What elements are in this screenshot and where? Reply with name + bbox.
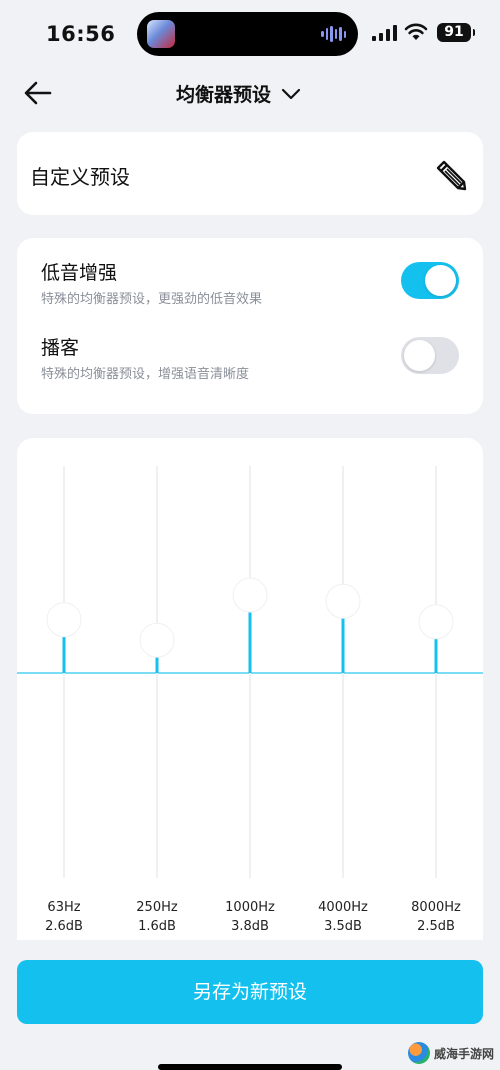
pencil-icon <box>436 160 467 191</box>
eq-band-label: 63Hz 2.6dB <box>24 898 104 936</box>
audio-waveform-icon <box>321 25 346 43</box>
preset-name-card: 自定义预设 <box>17 132 483 215</box>
eq-band-gain: 2.5dB <box>417 919 455 934</box>
eq-slider-knob-4000Hz[interactable] <box>325 583 361 619</box>
podcast-switch[interactable] <box>401 337 459 374</box>
watermark-logo-icon <box>407 1042 430 1064</box>
eq-slider-knob-1000Hz[interactable] <box>232 577 268 613</box>
dynamic-island[interactable] <box>137 12 358 56</box>
eq-band-frequency: 4000Hz <box>318 900 368 915</box>
battery-indicator: 91 <box>437 23 475 42</box>
arrow-left-icon <box>24 81 52 105</box>
bass-boost-row: 低音增强 特殊的均衡器预设，更强劲的低音效果 <box>17 258 483 318</box>
edit-preset-button[interactable] <box>433 157 467 191</box>
eq-band-frequency: 250Hz <box>136 900 178 915</box>
eq-band-gain: 2.6dB <box>45 919 83 934</box>
home-indicator[interactable] <box>158 1064 342 1070</box>
eq-band-frequency: 1000Hz <box>225 900 275 915</box>
save-as-new-preset-button[interactable]: 另存为新预设 <box>17 960 483 1024</box>
eq-band-gain: 3.8dB <box>231 919 269 934</box>
status-time: 16:56 <box>46 22 116 46</box>
preset-selector[interactable]: 均衡器预设 <box>176 80 301 107</box>
eq-band-label: 1000Hz 3.8dB <box>210 898 290 936</box>
eq-band-frequency: 63Hz <box>47 900 81 915</box>
switch-knob <box>425 265 456 296</box>
eq-band-label: 4000Hz 3.5dB <box>303 898 383 936</box>
eq-band-gain: 1.6dB <box>138 919 176 934</box>
chevron-down-icon <box>281 88 301 99</box>
back-button[interactable] <box>22 79 54 107</box>
equalizer-band-labels: 63Hz 2.6dB 250Hz 1.6dB 1000Hz 3.8dB 4000Hz 3.5d… <box>17 898 483 938</box>
bass-boost-title: 低音增强 <box>41 262 118 284</box>
bass-boost-switch[interactable] <box>401 262 459 299</box>
sound-effects-card: 低音增强 特殊的均衡器预设，更强劲的低音效果 播客 特殊的均衡器预设，增强语音清… <box>17 238 483 414</box>
equalizer-sliders[interactable] <box>17 438 483 898</box>
eq-band-gain: 3.5dB <box>324 919 362 934</box>
podcast-description: 特殊的均衡器预设，增强语音清晰度 <box>41 367 250 382</box>
eq-band-label: 250Hz 1.6dB <box>117 898 197 936</box>
watermark-text: 威海手游网 <box>433 1046 494 1061</box>
cellular-signal-icon <box>372 25 397 41</box>
switch-knob <box>404 340 435 371</box>
site-watermark: 威海手游网 <box>407 1042 494 1064</box>
now-playing-app-icon <box>147 20 175 48</box>
preset-name: 自定义预设 <box>30 165 130 189</box>
podcast-row: 播客 特殊的均衡器预设，增强语音清晰度 <box>17 333 483 393</box>
eq-slider-knob-63Hz[interactable] <box>46 602 82 638</box>
eq-band-label: 8000Hz 2.5dB <box>396 898 476 936</box>
status-bar: 16:56 91 <box>0 0 500 70</box>
eq-slider-knob-8000Hz[interactable] <box>418 604 454 640</box>
page-title: 均衡器预设 <box>176 84 272 106</box>
wifi-icon <box>404 23 428 40</box>
equalizer-card: 63Hz 2.6dB 250Hz 1.6dB 1000Hz 3.8dB 4000Hz 3.5d… <box>17 438 483 940</box>
podcast-title: 播客 <box>41 337 80 359</box>
eq-band-frequency: 8000Hz <box>411 900 461 915</box>
eq-slider-knob-250Hz[interactable] <box>139 622 175 658</box>
bass-boost-description: 特殊的均衡器预设，更强劲的低音效果 <box>41 292 263 307</box>
